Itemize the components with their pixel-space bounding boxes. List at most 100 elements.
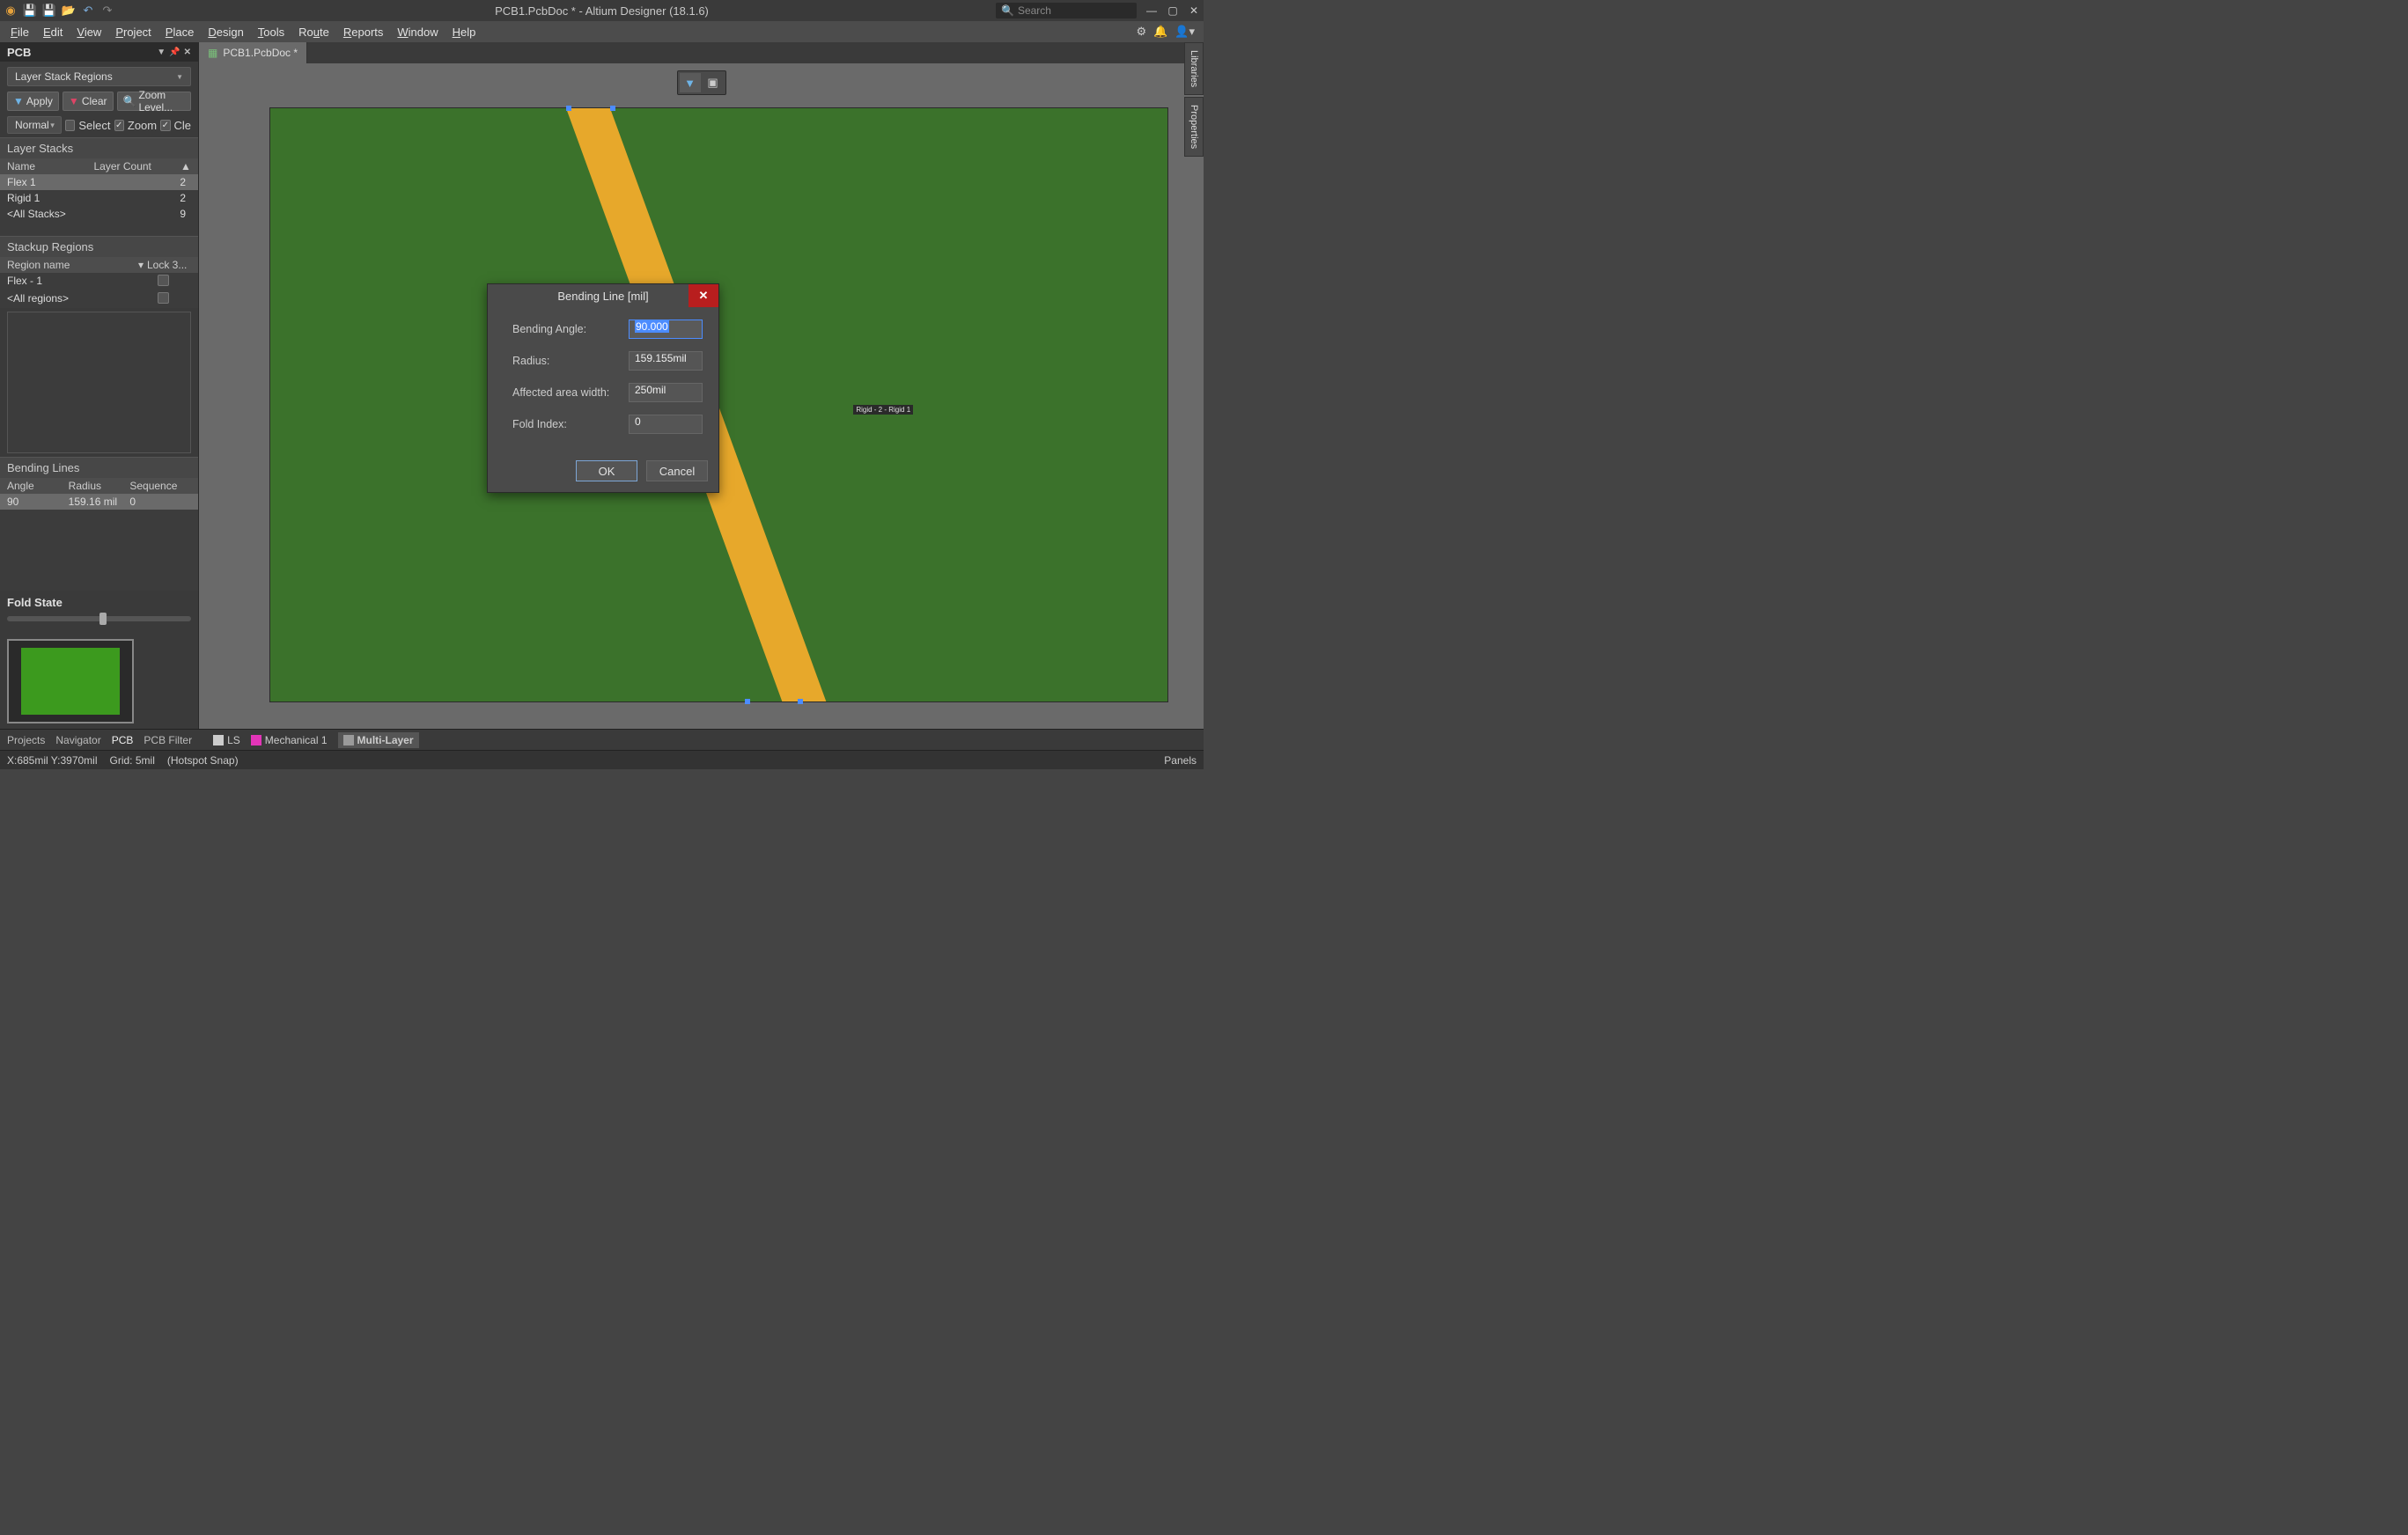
menu-tools[interactable]: Tools <box>251 26 291 39</box>
layer-ls[interactable]: LS <box>213 734 240 746</box>
minimize-button[interactable]: — <box>1145 4 1158 17</box>
fold-state-label: Fold State <box>7 596 191 609</box>
dialog-close-button[interactable]: ✕ <box>689 284 718 307</box>
menu-view[interactable]: View <box>70 26 108 39</box>
bending-angle-label: Bending Angle: <box>512 323 629 335</box>
panel-pin-icon[interactable]: 📌 <box>169 48 180 57</box>
layer-stack-row[interactable]: Rigid 12 <box>0 190 198 206</box>
layer-stacks-grid: Flex 12 Rigid 12 <All Stacks>9 <box>0 174 198 236</box>
maximize-button[interactable]: ▢ <box>1167 4 1179 17</box>
pcb-tab[interactable]: PCB <box>112 734 134 746</box>
panel-close-icon[interactable]: ✕ <box>184 48 191 57</box>
layer-multi[interactable]: Multi-Layer <box>338 732 419 748</box>
stackup-region-row[interactable]: Flex - 1 <box>0 273 198 290</box>
clear-tail-label: Cle <box>174 119 192 132</box>
layer-stack-row[interactable]: <All Stacks>9 <box>0 206 198 222</box>
menu-route[interactable]: Route <box>291 26 336 39</box>
navigator-tab[interactable]: Navigator <box>55 734 100 746</box>
selection-handle[interactable] <box>798 699 803 704</box>
user-icon[interactable]: 👤▾ <box>1175 25 1195 39</box>
menu-bar: File Edit View Project Place Design Tool… <box>0 21 1204 42</box>
funnel-icon: ▼ <box>684 77 696 90</box>
select-checkbox[interactable] <box>65 120 75 131</box>
clear-filter-icon: ▼ <box>69 95 79 107</box>
select-label: Select <box>78 119 110 132</box>
zoom-label: Zoom <box>128 119 157 132</box>
stackup-regions-columns: Region name ▾ Lock 3... <box>0 257 198 273</box>
filter-icon: ▼ <box>13 95 24 107</box>
clear-button[interactable]: ▼Clear <box>63 92 114 111</box>
dialog-title[interactable]: Bending Line [mil] ✕ <box>488 284 718 307</box>
bending-lines-grid: 90 159.16 mil 0 <box>0 494 198 591</box>
stackup-region-row[interactable]: <All regions> <box>0 290 198 308</box>
lock-checkbox[interactable] <box>158 292 169 304</box>
radius-input[interactable]: 159.155mil <box>629 351 703 371</box>
right-side-tabs: Libraries Properties <box>1184 42 1204 158</box>
layer-mechanical[interactable]: Mechanical 1 <box>251 734 328 746</box>
libraries-tab[interactable]: Libraries <box>1184 42 1204 95</box>
panel-menu-icon[interactable]: ▼ <box>157 48 166 57</box>
menu-place[interactable]: Place <box>158 26 202 39</box>
stackup-regions-grid: Flex - 1 <All regions> <box>0 273 198 308</box>
close-button[interactable]: ✕ <box>1188 4 1200 17</box>
affected-width-input[interactable]: 250mil <box>629 383 703 402</box>
menu-file[interactable]: File <box>4 26 36 39</box>
apply-button[interactable]: ▼Apply <box>7 92 59 111</box>
notifications-icon[interactable]: 🔔 <box>1153 25 1167 39</box>
board-preview[interactable] <box>7 639 134 723</box>
menu-edit[interactable]: Edit <box>36 26 70 39</box>
panel-title: PCB <box>7 46 153 59</box>
fold-slider[interactable] <box>7 616 191 621</box>
magnifier-icon: 🔍 <box>123 95 136 107</box>
save-all-icon[interactable]: 💾 <box>42 4 56 18</box>
filter-toggle-button[interactable]: ▼ <box>680 73 701 92</box>
save-icon[interactable]: 💾 <box>23 4 37 18</box>
component-toggle-button[interactable]: ▣ <box>703 73 724 92</box>
fold-index-input[interactable]: 0 <box>629 415 703 434</box>
slider-thumb[interactable] <box>99 613 107 625</box>
selection-handle[interactable] <box>745 699 750 704</box>
search-icon: 🔍 <box>1001 4 1014 17</box>
settings-icon[interactable]: ⚙ <box>1136 25 1146 39</box>
menu-design[interactable]: Design <box>201 26 250 39</box>
normal-dropdown[interactable]: Normal <box>7 116 62 134</box>
empty-grid <box>7 312 191 453</box>
pcb-doc-icon: ▦ <box>208 47 217 59</box>
selection-handle[interactable] <box>610 106 615 111</box>
layer-stacks-columns: Name Layer Count ▲ <box>0 158 198 174</box>
close-icon: ✕ <box>699 289 709 303</box>
radius-label: Radius: <box>512 355 629 367</box>
title-bar: ◉ 💾 💾 📂 ↶ ↷ PCB1.PcbDoc * - Altium Desig… <box>0 0 1204 21</box>
zoom-level-button[interactable]: 🔍Zoom Level... <box>117 92 192 111</box>
bending-lines-columns: Angle Radius Sequence <box>0 478 198 494</box>
menu-help[interactable]: Help <box>446 26 483 39</box>
layer-stack-row[interactable]: Flex 12 <box>0 174 198 190</box>
projects-tab[interactable]: Projects <box>7 734 45 746</box>
canvas-toolbar: ▼ ▣ <box>677 70 726 95</box>
zoom-checkbox[interactable]: ✓ <box>114 120 124 131</box>
undo-icon[interactable]: ↶ <box>81 4 95 18</box>
bending-line-row[interactable]: 90 159.16 mil 0 <box>0 494 198 510</box>
lock-checkbox[interactable] <box>158 275 169 286</box>
filter-mode-dropdown[interactable]: Layer Stack Regions <box>7 67 191 86</box>
clear-checkbox[interactable]: ✓ <box>160 120 170 131</box>
redo-icon[interactable]: ↷ <box>100 4 114 18</box>
menu-project[interactable]: Project <box>108 26 158 39</box>
stackup-regions-header: Stackup Regions <box>0 236 198 257</box>
document-tab[interactable]: ▦ PCB1.PcbDoc * <box>199 42 307 63</box>
properties-tab[interactable]: Properties <box>1184 97 1204 157</box>
menu-window[interactable]: Window <box>390 26 445 39</box>
app-icon: ◉ <box>4 4 18 18</box>
affected-width-label: Affected area width: <box>512 386 629 399</box>
open-icon[interactable]: 📂 <box>62 4 76 18</box>
menu-reports[interactable]: Reports <box>336 26 391 39</box>
bending-angle-input[interactable]: 90.000 <box>629 319 703 339</box>
status-grid: Grid: 5mil <box>110 754 155 767</box>
cancel-button[interactable]: Cancel <box>646 460 708 481</box>
ok-button[interactable]: OK <box>576 460 637 481</box>
selection-handle[interactable] <box>566 106 571 111</box>
search-input[interactable]: 🔍 Search <box>996 3 1137 18</box>
status-coords: X:685mil Y:3970mil <box>7 754 98 767</box>
panels-button[interactable]: Panels <box>1164 754 1197 767</box>
pcb-filter-tab[interactable]: PCB Filter <box>144 734 192 746</box>
